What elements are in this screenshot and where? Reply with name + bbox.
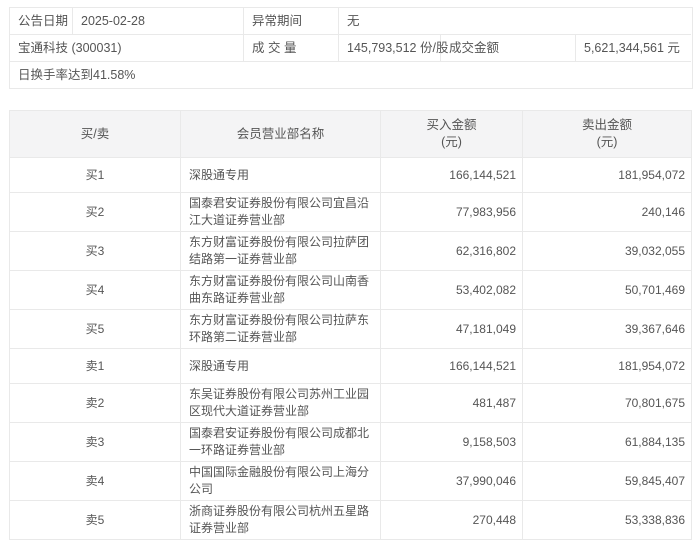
header-branch-name: 会员营业部名称 [180, 110, 381, 158]
row-sell-amount: 240,146 [522, 192, 692, 232]
row-buy-amount: 62,316,802 [380, 231, 523, 271]
row-branch-name: 东方财富证券股份有限公司拉萨东环路第二证券营业部 [180, 309, 381, 349]
row-branch-name: 国泰君安证券股份有限公司宜昌沿江大道证券营业部 [180, 192, 381, 232]
row-branch-name: 深股通专用 [180, 348, 381, 384]
row-branch-name: 东方财富证券股份有限公司拉萨团结路第一证券营业部 [180, 231, 381, 271]
row-side-label: 卖2 [9, 383, 181, 423]
broker-seat-table: 买/卖 会员营业部名称 买入金额 (元) 卖出金额 (元) 买1 深股通专用 1… [9, 110, 692, 540]
turnover-amount-value: 5,621,344,561 元 [576, 35, 691, 62]
row-buy-amount: 37,990,046 [380, 461, 523, 501]
row-branch-name: 东吴证券股份有限公司苏州工业园区现代大道证券营业部 [180, 383, 381, 423]
broker-seat-table-body: 买1 深股通专用 166,144,521 181,954,072 买2 国泰君安… [9, 157, 692, 540]
stock-info-table: 公告日期 2025-02-28 异常期间 无 宝通科技 (300031) 成 交… [9, 7, 693, 89]
row-branch-name: 中国国际金融股份有限公司上海分公司 [180, 461, 381, 501]
announce-date-label: 公告日期 [10, 8, 73, 35]
row-sell-amount: 61,884,135 [522, 422, 692, 462]
table-row: 买4 东方财富证券股份有限公司山南香曲东路证券营业部 53,402,082 50… [9, 270, 692, 310]
row-side-label: 卖4 [9, 461, 181, 501]
row-buy-amount: 166,144,521 [380, 157, 523, 193]
header-buy-amount-unit: (元) [441, 135, 462, 149]
row-sell-amount: 70,801,675 [522, 383, 692, 423]
row-branch-name: 深股通专用 [180, 157, 381, 193]
row-buy-amount: 481,487 [380, 383, 523, 423]
row-side-label: 卖3 [9, 422, 181, 462]
row-side-label: 买2 [9, 192, 181, 232]
header-sell-amount-unit: (元) [596, 135, 618, 149]
row-branch-name: 东方财富证券股份有限公司山南香曲东路证券营业部 [180, 270, 381, 310]
table-row: 卖2 东吴证券股份有限公司苏州工业园区现代大道证券营业部 481,487 70,… [9, 383, 692, 423]
row-buy-amount: 77,983,956 [380, 192, 523, 232]
row-side-label: 卖5 [9, 500, 181, 540]
row-side-label: 买4 [9, 270, 181, 310]
abnormal-period-label: 异常期间 [244, 8, 339, 35]
header-buy-amount-line1: 买入金额 [426, 118, 477, 132]
row-side-label: 买1 [9, 157, 181, 193]
header-sell-amount-line1: 卖出金额 [581, 118, 632, 132]
header-sell-amount: 卖出金额 (元) [522, 110, 692, 158]
volume-value: 145,793,512 份/股 [339, 35, 448, 62]
stock-name-code: 宝通科技 (300031) [10, 35, 244, 62]
table-row: 卖3 国泰君安证券股份有限公司成都北一环路证券营业部 9,158,503 61,… [9, 422, 692, 462]
abnormal-period-value: 无 [339, 8, 691, 35]
table-row: 买3 东方财富证券股份有限公司拉萨团结路第一证券营业部 62,316,802 3… [9, 231, 692, 271]
announce-date-value: 2025-02-28 [73, 8, 244, 35]
row-sell-amount: 53,338,836 [522, 500, 692, 540]
row-sell-amount: 181,954,072 [522, 348, 692, 384]
header-buy-sell: 买/卖 [9, 110, 181, 158]
broker-seat-table-header: 买/卖 会员营业部名称 买入金额 (元) 卖出金额 (元) [9, 110, 692, 158]
turnover-amount-label: 成交金额 [441, 35, 576, 62]
row-sell-amount: 39,032,055 [522, 231, 692, 271]
row-buy-amount: 270,448 [380, 500, 523, 540]
table-row: 买2 国泰君安证券股份有限公司宜昌沿江大道证券营业部 77,983,956 24… [9, 192, 692, 232]
row-buy-amount: 166,144,521 [380, 348, 523, 384]
table-row: 卖5 浙商证券股份有限公司杭州五星路证券营业部 270,448 53,338,8… [9, 500, 692, 540]
row-sell-amount: 39,367,646 [522, 309, 692, 349]
header-buy-amount: 买入金额 (元) [380, 110, 523, 158]
table-row: 买5 东方财富证券股份有限公司拉萨东环路第二证券营业部 47,181,049 3… [9, 309, 692, 349]
row-side-label: 买3 [9, 231, 181, 271]
list-reason-note: 日换手率达到41.58% [18, 68, 136, 82]
table-row: 买1 深股通专用 166,144,521 181,954,072 [9, 157, 692, 193]
row-buy-amount: 47,181,049 [380, 309, 523, 349]
row-sell-amount: 59,845,407 [522, 461, 692, 501]
row-sell-amount: 181,954,072 [522, 157, 692, 193]
row-branch-name: 国泰君安证券股份有限公司成都北一环路证券营业部 [180, 422, 381, 462]
volume-label: 成 交 量 [244, 35, 339, 62]
table-row: 卖1 深股通专用 166,144,521 181,954,072 [9, 348, 692, 384]
table-row: 卖4 中国国际金融股份有限公司上海分公司 37,990,046 59,845,4… [9, 461, 692, 501]
row-side-label: 卖1 [9, 348, 181, 384]
row-buy-amount: 53,402,082 [380, 270, 523, 310]
row-buy-amount: 9,158,503 [380, 422, 523, 462]
row-side-label: 买5 [9, 309, 181, 349]
row-sell-amount: 50,701,469 [522, 270, 692, 310]
lhb-detail-page: { "info": { "announce_label": "公告日期", "a… [0, 0, 700, 540]
row-branch-name: 浙商证券股份有限公司杭州五星路证券营业部 [180, 500, 381, 540]
